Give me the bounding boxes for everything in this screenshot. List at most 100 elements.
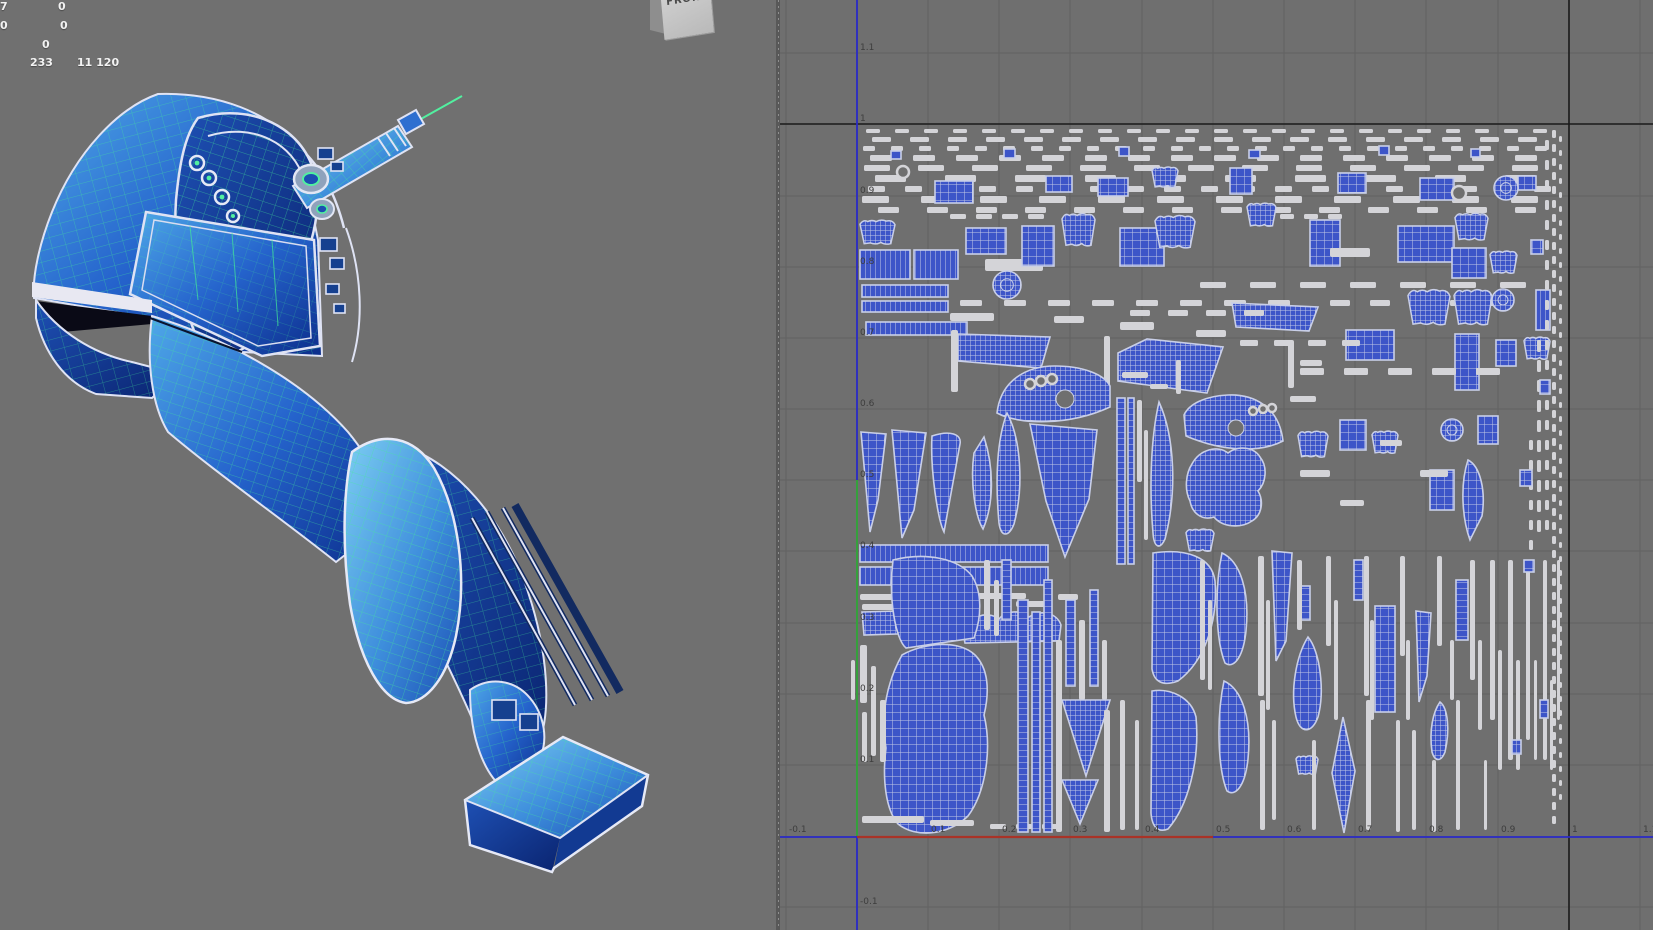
uv-shell-dash[interactable] [1283,146,1295,151]
uv-shell-dash[interactable] [1552,592,1556,600]
uv-shell-dash[interactable] [1176,137,1195,142]
uv-shell-rect[interactable] [1511,739,1522,755]
uv-shell-dash[interactable] [1476,368,1500,375]
uv-shell-dash[interactable] [1559,500,1562,506]
uv-shell-ring[interactable] [1450,184,1468,202]
uv-shell-rect[interactable] [1454,333,1480,391]
uv-shell-dash[interactable] [1552,326,1556,334]
uv-shell-dash[interactable] [1545,200,1549,210]
uv-shell-strip[interactable] [951,330,958,392]
uv-shell-strip[interactable] [994,580,999,636]
uv-shell-island[interactable] [891,429,927,539]
uv-shell-dash[interactable] [1085,155,1107,161]
uv-shell-dash[interactable] [866,129,880,133]
uv-shell-tooth[interactable] [1151,166,1179,189]
uv-shell-dash[interactable] [1515,207,1536,213]
uv-shell-island[interactable] [1216,551,1248,666]
uv-shell-dash[interactable] [1552,312,1556,320]
uv-shell-dash[interactable] [1552,410,1556,418]
uv-shell-dash[interactable] [1552,354,1556,362]
uv-shell-rect[interactable] [861,284,949,298]
uv-shell-strip[interactable] [1135,720,1139,830]
uv-shell-dash[interactable] [1552,228,1556,236]
uv-shell-strip[interactable] [1490,560,1495,720]
uv-shell-dash[interactable] [1025,207,1046,213]
uv-shell-dash[interactable] [1185,129,1199,133]
uv-shell-dash[interactable] [1504,129,1518,133]
uv-shell-rect[interactable] [1495,339,1517,367]
uv-shell-rect[interactable] [934,180,974,204]
uv-shell-dash[interactable] [1559,150,1562,156]
uv-shell-dash[interactable] [1537,340,1541,352]
uv-shell-dash[interactable] [1545,300,1549,310]
uv-shell-island[interactable] [1462,458,1485,543]
uv-shell-strip[interactable] [1290,396,1316,402]
uv-shell-dash[interactable] [976,214,992,219]
uv-shell-strip[interactable] [950,313,994,321]
uv-shell-strip[interactable] [1380,440,1402,446]
uv-shell-dash[interactable] [895,129,909,133]
uv-shell-strip[interactable] [1437,556,1442,646]
uv-shell-dash[interactable] [1172,207,1193,213]
uv-shell-circle[interactable] [1440,418,1464,442]
uv-shell-dash[interactable] [864,165,890,171]
uv-shell-dash[interactable] [1442,137,1461,142]
uv-shell-dash[interactable] [1136,300,1158,306]
uv-shell-island[interactable] [1430,700,1449,761]
uv-shell-dash[interactable] [1552,452,1556,460]
uv-shell-dash[interactable] [1388,129,1402,133]
uv-shell-dash[interactable] [1400,282,1426,288]
uv-shell-dash[interactable] [1395,146,1407,151]
uv-shell-dash[interactable] [1552,186,1556,194]
uv-shell-dash[interactable] [982,129,996,133]
uv-shell-dash[interactable] [1300,155,1322,161]
uv-shells[interactable] [851,129,1562,834]
uv-shell-island[interactable] [996,411,1021,535]
uv-shell-dash[interactable] [1334,196,1361,203]
uv-shell-strip[interactable] [984,560,990,630]
uv-shell-dash[interactable] [1500,282,1526,288]
uv-shell-dash[interactable] [1559,640,1562,646]
uv-shell-ring[interactable] [895,164,911,180]
uv-shell-strip[interactable] [880,700,886,762]
uv-shell-dash[interactable] [1552,242,1556,250]
uv-shell-dash[interactable] [1559,626,1562,632]
uv-shell-strip[interactable] [1196,330,1226,337]
uv-shell-strip[interactable] [1258,556,1264,696]
uv-shell-rect[interactable] [1097,177,1129,197]
uv-shell-dash[interactable] [1272,129,1286,133]
uv-shell-dash[interactable] [1552,578,1556,586]
uv-shell-rect[interactable] [1539,379,1551,395]
uv-shell-dash[interactable] [1039,196,1066,203]
uv-shell-dash[interactable] [1552,130,1556,138]
uv-shell-rect[interactable] [1451,247,1487,279]
uv-shell-dash[interactable] [870,155,892,161]
uv-shell-dash[interactable] [1552,508,1556,516]
uv-shell-dash[interactable] [1552,368,1556,376]
uv-shell-island[interactable] [1185,447,1266,527]
uv-shell-rect[interactable] [1031,611,1041,833]
uv-shell-strip[interactable] [1208,600,1212,690]
uv-shell-dash[interactable] [1138,137,1157,142]
uv-shell-dash[interactable] [1559,598,1562,604]
uv-shell-dash[interactable] [1368,207,1389,213]
uv-shell-dash[interactable] [980,196,1007,203]
uv-shell-dash[interactable] [1423,146,1435,151]
uv-shell-dash[interactable] [1529,540,1533,550]
uv-shell-strip[interactable] [1102,640,1107,700]
uv-shell-rect[interactable] [1455,579,1469,641]
uv-shell-island[interactable] [1150,399,1174,547]
uv-shell-dash[interactable] [1180,300,1202,306]
uv-shell-dash[interactable] [1552,816,1556,824]
uv-shell-island[interactable] [1271,550,1293,662]
uv-shell-dash[interactable] [1518,137,1537,142]
uv-shell-island[interactable] [1028,423,1098,560]
uv-shell-dash[interactable] [1559,276,1562,282]
uv-shell-dash[interactable] [1559,752,1562,758]
uv-shell-dash[interactable] [1559,514,1562,520]
uv-shell-dash[interactable] [1128,155,1150,161]
uv-shell-dash[interactable] [1168,310,1188,316]
uv-shell-strip[interactable] [1543,560,1547,760]
uv-shell-strip[interactable] [1260,700,1265,830]
uv-shell-dash[interactable] [1552,732,1556,740]
